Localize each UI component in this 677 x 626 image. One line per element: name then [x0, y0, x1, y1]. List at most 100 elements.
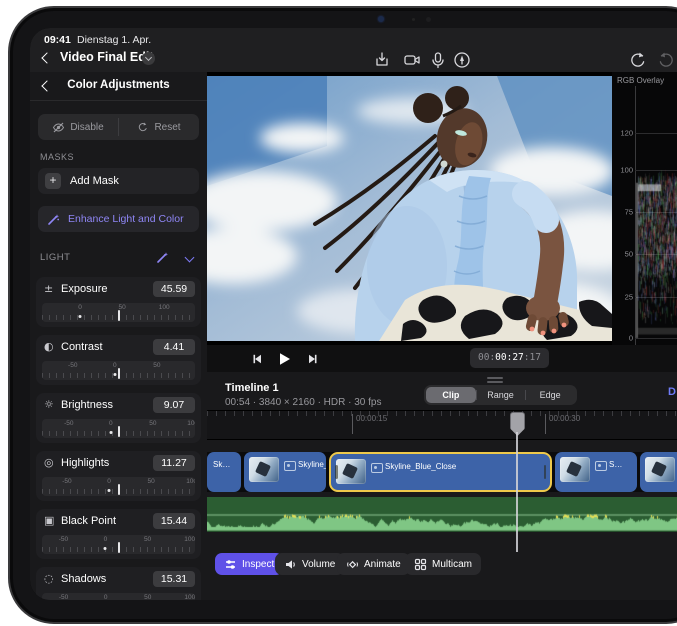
scope-tick-label: 120	[620, 129, 633, 138]
scope-tick-label: 0	[629, 334, 633, 343]
timecode-display[interactable]: 00:00:27:17	[470, 348, 549, 368]
sensor-dot	[412, 18, 415, 21]
button-label: Multicam	[432, 559, 472, 570]
preview-frame	[207, 76, 612, 341]
redo-icon[interactable]	[656, 50, 676, 70]
timeline-clip-skyline-blue-close[interactable]: Skyline_Blue_Close	[329, 452, 552, 492]
animate-button[interactable]: Animate	[337, 553, 410, 575]
play-button[interactable]	[275, 350, 293, 368]
drag-handle[interactable]	[487, 381, 503, 383]
slider-ruler[interactable]: -50050100	[42, 419, 195, 438]
transport-bar: 00:00:27:17	[207, 345, 677, 373]
undo-icon[interactable]	[628, 50, 648, 70]
camera-icon[interactable]	[402, 50, 422, 70]
timeline-clip-partial[interactable]	[640, 452, 677, 492]
scope-tick-label: 25	[625, 293, 633, 302]
timeline-clip-skyline-blue-wide[interactable]: Skyline_Blue_Wide	[244, 452, 326, 492]
slider-label: Brightness	[61, 399, 113, 411]
slider-label: Shadows	[61, 573, 106, 585]
enhance-button[interactable]: Enhance Light and Color	[38, 206, 199, 232]
disable-button[interactable]: Disable	[38, 114, 118, 140]
mode-clip[interactable]: Clip	[426, 387, 476, 403]
reset-label: Reset	[154, 122, 180, 133]
mode-range[interactable]: Range	[476, 387, 526, 403]
audio-track-waveform[interactable]	[207, 497, 677, 532]
slider-value[interactable]: 9.07	[153, 397, 195, 413]
skip-back-button[interactable]	[249, 350, 267, 368]
slider-ruler[interactable]: -50050100	[42, 535, 195, 554]
rgb-overlay-scope: RGB Overlay 1201007550250-20	[612, 72, 677, 345]
playhead-line	[516, 432, 518, 552]
reset-button[interactable]: Reset	[119, 114, 199, 140]
clip-name: S…	[609, 460, 622, 469]
clip-thumbnail	[560, 457, 590, 482]
ruler-timestamp: 00:00:15	[352, 414, 387, 434]
reset-icon	[137, 121, 149, 133]
done-button-clipped[interactable]: D	[668, 386, 676, 398]
enhance-label: Enhance Light and Color	[68, 213, 184, 225]
scope-tick-label: 75	[625, 208, 633, 217]
video-preview[interactable]	[207, 72, 612, 345]
project-title[interactable]: Video Final Edit	[60, 50, 154, 64]
timeline-name: Timeline 1	[225, 382, 279, 394]
zero-dot	[79, 315, 82, 318]
ruler-timestamp: 00:00:30	[545, 414, 580, 434]
timeline-clip-sk[interactable]: Sk…	[207, 452, 241, 492]
inspect-button[interactable]: Inspect	[215, 553, 283, 575]
multicam-button[interactable]: Multicam	[405, 553, 481, 575]
zero-dot	[108, 489, 111, 492]
value-needle	[118, 542, 120, 553]
slider-black-point: ▣Black Point15.44-50050100	[36, 509, 201, 559]
slider-value[interactable]: 11.27	[153, 455, 195, 471]
import-icon[interactable]	[372, 50, 392, 70]
project-dropdown-icon[interactable]	[142, 52, 155, 65]
scope-waveform	[635, 86, 677, 342]
mode-edge[interactable]: Edge	[525, 387, 575, 403]
slider-brightness: ☼ Brightness 9.07 -50050100	[36, 393, 201, 443]
pencil-icon[interactable]	[452, 50, 472, 70]
slider-shadows: ◌ Shadows 15.31 -50050100	[36, 567, 201, 600]
button-label: Animate	[364, 559, 401, 570]
slider-value[interactable]: 45.59	[153, 281, 195, 297]
slider-value[interactable]: 4.41	[153, 339, 195, 355]
slider-ruler[interactable]: -50050	[42, 361, 195, 380]
button-label: Inspect	[242, 559, 274, 570]
top-bar: 09:41 Dienstag 1. Apr. Video Final Edit	[30, 28, 677, 73]
photo-icon	[595, 461, 607, 471]
status-date: Dienstag 1. Apr.	[77, 34, 151, 46]
inspect-icon	[224, 558, 237, 571]
plus-icon: +	[45, 173, 61, 189]
slider-value[interactable]: 15.44	[153, 513, 195, 529]
add-mask-button[interactable]: + Add Mask	[38, 168, 199, 194]
collapse-chevron-icon[interactable]	[185, 253, 195, 263]
trim-handle-left[interactable]	[335, 465, 338, 479]
slider-ruler[interactable]: -50050100	[42, 477, 195, 496]
disable-label: Disable	[70, 122, 103, 133]
timecode-hours: 00:	[478, 352, 495, 363]
zero-dot	[104, 547, 107, 550]
scope-tick-label: 50	[625, 250, 633, 259]
slider-label: Highlights	[61, 457, 109, 469]
trim-handle-right[interactable]	[544, 465, 547, 479]
volume-button[interactable]: Volume	[275, 553, 344, 575]
slider-ruler[interactable]: -50050100	[42, 593, 195, 600]
slider-ruler[interactable]: 050100	[42, 303, 195, 322]
microphone-icon[interactable]	[428, 50, 448, 70]
ipad-device: 09:41 Dienstag 1. Apr. Video Final Edit	[8, 6, 677, 624]
slider-value[interactable]: 15.31	[153, 571, 195, 587]
brightness-icon: ☼	[44, 398, 57, 411]
light-wand-icon[interactable]	[156, 251, 169, 264]
zero-dot	[109, 431, 112, 434]
timeline-meta: 00:54 · 3840 × 2160 · HDR · 30 fps	[225, 397, 381, 408]
black-point-icon: ▣	[44, 514, 57, 527]
clip-thumbnail	[336, 459, 366, 484]
timeline-ruler[interactable]: 00:00:15 00:00:30	[207, 410, 677, 440]
eye-slash-icon	[52, 121, 65, 134]
clip-name: Skyline_Blue_Wide	[298, 460, 326, 469]
value-needle	[118, 484, 120, 495]
skip-forward-button[interactable]	[303, 350, 321, 368]
drag-handle[interactable]	[487, 377, 503, 379]
timeline-clip-s[interactable]: S…	[555, 452, 637, 492]
shadows-icon: ◌	[44, 572, 57, 585]
back-icon[interactable]	[41, 52, 52, 63]
